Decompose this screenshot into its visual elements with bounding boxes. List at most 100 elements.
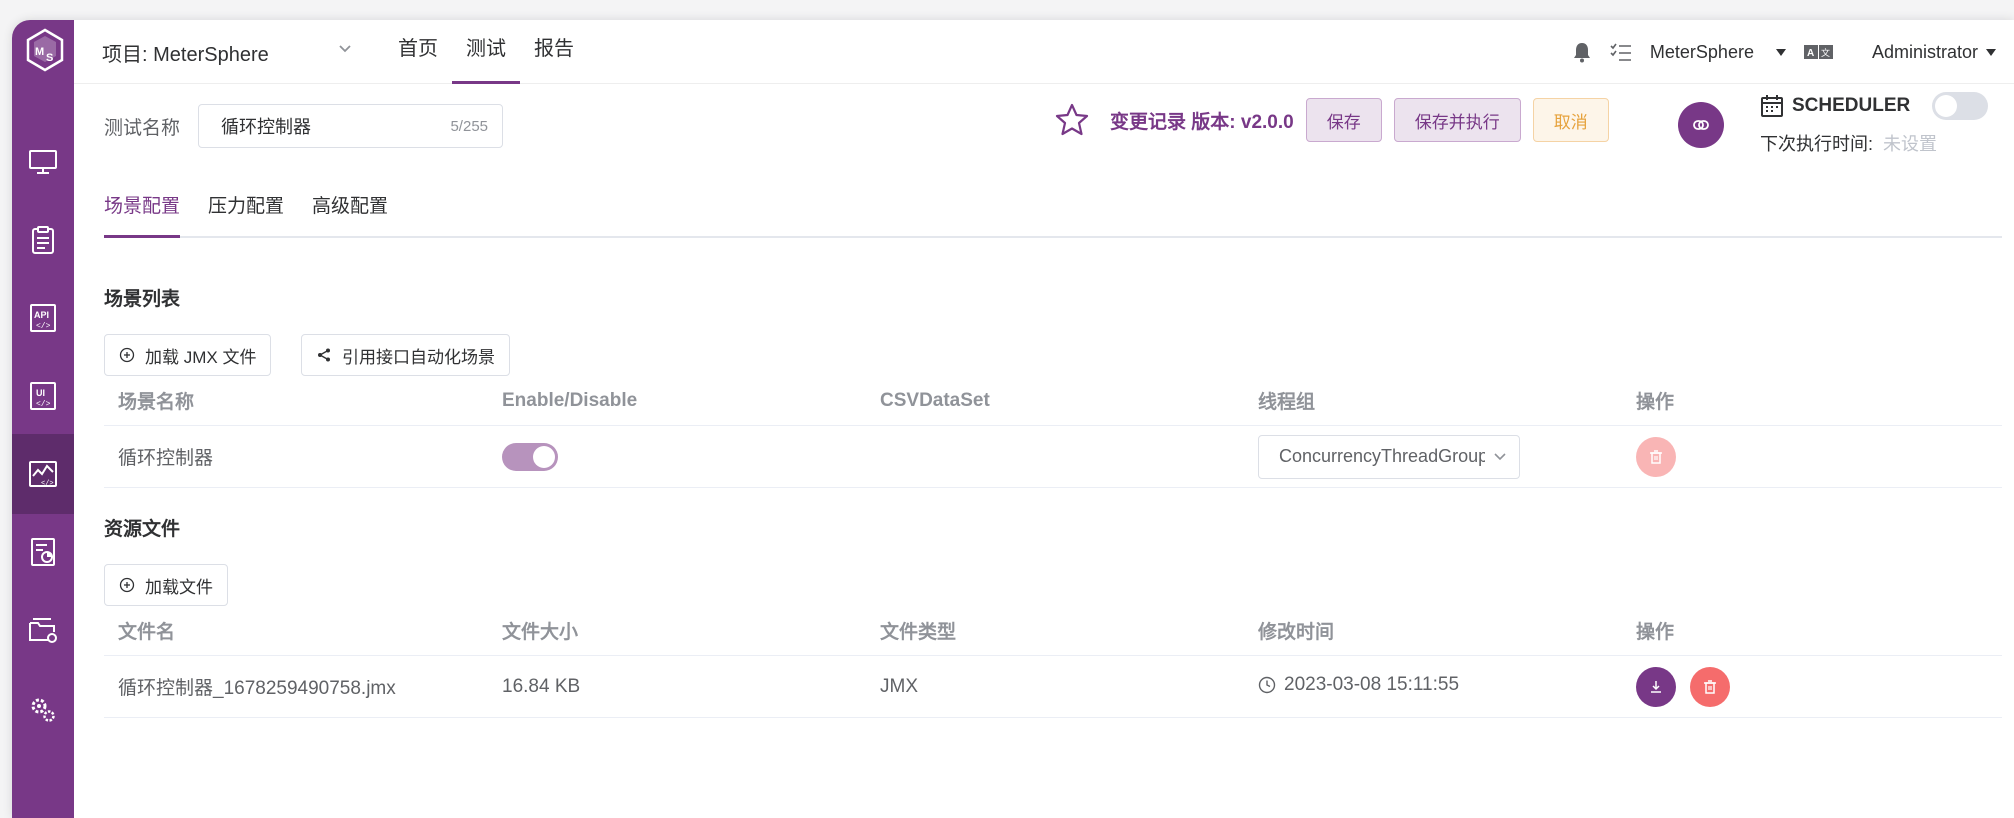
sidebar-item-settings[interactable]: [12, 670, 74, 750]
scheduler-panel: SCHEDULER 下次执行时间: 未设置: [1760, 92, 2000, 156]
svg-text:M: M: [35, 46, 44, 58]
file-size: 16.84 KB: [502, 675, 581, 697]
file-name: 循环控制器_1678259490758.jmx: [118, 678, 396, 699]
trash-icon: [1704, 679, 1716, 694]
monitor-icon: [29, 150, 57, 174]
cancel-button[interactable]: 取消: [1532, 98, 1609, 142]
save-button[interactable]: 保存: [1305, 98, 1382, 142]
col-enable: Enable/Disable: [502, 389, 638, 411]
reference-scenario-button[interactable]: 引用接口自动化场景: [301, 334, 510, 376]
test-name-value: 循环控制器: [221, 117, 312, 137]
resource-files-title: 资源文件: [104, 519, 181, 540]
load-file-label: 加载文件: [145, 577, 213, 597]
report-icon: [31, 538, 55, 566]
chevron-down-icon: [339, 45, 351, 53]
user-menu[interactable]: Administrator: [1872, 42, 1996, 63]
col-file-size: 文件大小: [502, 622, 579, 643]
clock-icon: [1258, 676, 1276, 693]
delete-scene-button[interactable]: [1636, 436, 1676, 477]
svg-text:</>: </>: [41, 480, 54, 488]
user-name: Administrator: [1871, 41, 1978, 62]
ui-icon: UI </>: [30, 382, 56, 410]
nav-test[interactable]: 测试: [452, 20, 520, 84]
col-file-name: 文件名: [118, 622, 176, 643]
star-icon[interactable]: [1054, 102, 1090, 138]
version-history-link[interactable]: 变更记录 版本: v2.0.0: [1110, 107, 1294, 134]
caret-down-icon: [1775, 48, 1786, 56]
main-nav: 首页 测试 报告: [384, 20, 588, 84]
thread-group-value: ConcurrencyThreadGroup: [1279, 446, 1485, 466]
bell-icon[interactable]: [1572, 41, 1592, 63]
sidebar-item-api[interactable]: API </>: [12, 278, 74, 358]
svg-text:UI: UI: [36, 388, 45, 398]
top-header: 项目: MeterSphere 首页 测试 报告 MeterSphere A文 …: [74, 20, 2014, 84]
delete-file-button[interactable]: [1690, 666, 1730, 707]
next-run: 下次执行时间: 未设置: [1760, 130, 2000, 156]
workspace-selector[interactable]: MeterSphere: [1650, 42, 1786, 63]
scheduler-switch[interactable]: [1932, 92, 1989, 120]
app-window: M S API </> UI </> </> 项目: MeterSphere 首…: [12, 20, 2014, 818]
caret-down-icon: [1986, 48, 1996, 56]
col-thread-group: 线程组: [1258, 392, 1316, 413]
col-modified: 修改时间: [1258, 622, 1335, 643]
table-row: 循环控制器 ConcurrencyThreadGroup: [104, 426, 2002, 488]
load-jmx-button[interactable]: 加载 JMX 文件: [104, 334, 272, 376]
main-content: 测试名称 循环控制器 5/255 变更记录 版本: v2.0.0 保存 保存并执…: [74, 84, 2014, 818]
scene-name: 循环控制器: [118, 448, 214, 469]
load-jmx-label: 加载 JMX 文件: [145, 347, 257, 367]
link-icon: [1693, 120, 1709, 130]
svg-text:S: S: [46, 52, 53, 64]
sidebar-item-report[interactable]: [12, 512, 74, 592]
col-csv: CSVDataSet: [880, 389, 990, 411]
file-table: 文件名 文件大小 文件类型 修改时间 操作 循环控制器_167825949075…: [104, 606, 2002, 718]
col-actions: 操作: [1636, 622, 1675, 643]
tab-pressure-config[interactable]: 压力配置: [208, 186, 284, 238]
sidebar-item-performance[interactable]: </>: [12, 434, 74, 514]
top-actions: 变更记录 版本: v2.0.0 保存 保存并执行 取消: [1054, 98, 1609, 142]
sidebar-item-track[interactable]: [12, 200, 74, 280]
svg-text:API: API: [34, 310, 49, 320]
calendar-icon: [1761, 95, 1783, 117]
col-actions: 操作: [1636, 392, 1675, 413]
follow-button[interactable]: [1678, 102, 1724, 148]
table-header: 文件名 文件大小 文件类型 修改时间 操作: [104, 606, 2002, 656]
thread-group-select[interactable]: ConcurrencyThreadGroup: [1258, 434, 1520, 479]
svg-text:</>: </>: [36, 322, 51, 331]
scene-table: 场景名称 Enable/Disable CSVDataSet 线程组 操作 循环…: [104, 376, 2002, 488]
load-file-button[interactable]: 加载文件: [104, 564, 228, 606]
svg-text:文: 文: [1821, 47, 1830, 59]
download-file-button[interactable]: [1636, 666, 1676, 707]
workspace-name: MeterSphere: [1649, 41, 1754, 62]
config-tabs: 场景配置 压力配置 高级配置: [104, 186, 2002, 238]
tab-advanced-config[interactable]: 高级配置: [312, 186, 388, 238]
col-file-type: 文件类型: [880, 622, 957, 643]
metersphere-logo[interactable]: M S: [25, 28, 65, 72]
header-right: MeterSphere A文 Administrator: [1572, 20, 1996, 84]
nav-home[interactable]: 首页: [384, 20, 452, 84]
modified-time-value: 2023-03-08 15:11:55: [1284, 673, 1460, 695]
tab-scene-config[interactable]: 场景配置: [104, 186, 181, 238]
project-selector[interactable]: 项目: MeterSphere: [102, 20, 352, 84]
scene-list-title: 场景列表: [104, 289, 181, 310]
next-run-label: 下次执行时间:: [1760, 134, 1874, 154]
nav-report[interactable]: 报告: [520, 20, 588, 84]
table-row: 循环控制器_1678259490758.jmx 16.84 KB JMX 202…: [104, 656, 2002, 718]
gears-icon: [31, 698, 55, 722]
plus-circle-icon: [119, 347, 135, 363]
modified-time: 2023-03-08 15:11:55: [1258, 674, 1459, 696]
save-and-run-button[interactable]: 保存并执行: [1393, 98, 1521, 142]
sidebar: M S API </> UI </> </>: [12, 20, 74, 818]
sidebar-item-workstation[interactable]: [12, 122, 74, 202]
language-icon[interactable]: A文: [1803, 44, 1834, 60]
performance-icon: </>: [29, 461, 57, 488]
test-name-input[interactable]: 循环控制器 5/255: [198, 104, 504, 148]
enable-switch[interactable]: [502, 442, 558, 471]
reference-scenario-label: 引用接口自动化场景: [342, 347, 495, 367]
sidebar-item-project[interactable]: [12, 590, 74, 670]
scheduler-title: SCHEDULER: [1792, 95, 1911, 116]
project-label: 项目: MeterSphere: [102, 43, 269, 66]
download-icon: [1651, 680, 1661, 693]
file-type: JMX: [880, 675, 918, 697]
task-list-icon[interactable]: [1610, 42, 1632, 62]
sidebar-item-ui[interactable]: UI </>: [12, 356, 74, 436]
